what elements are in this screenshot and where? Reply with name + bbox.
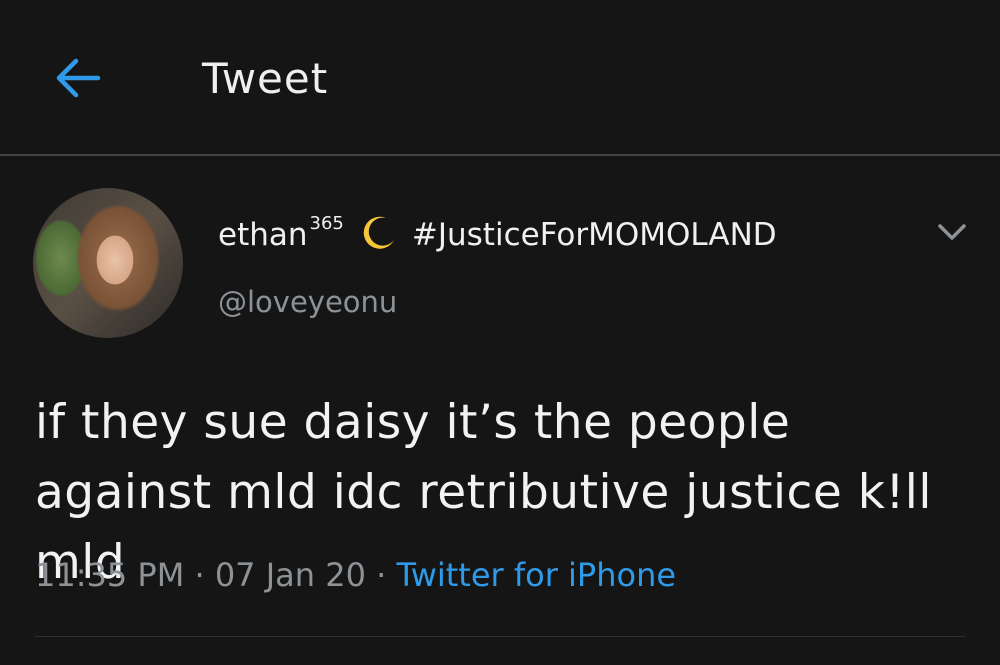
avatar[interactable]: [33, 188, 183, 338]
app-header: Tweet: [0, 0, 1000, 155]
meta-separator: ·: [184, 556, 215, 594]
tweet-menu-button[interactable]: [934, 214, 970, 250]
tweet-source-link[interactable]: Twitter for iPhone: [396, 556, 676, 594]
tweet-time: 11:35 PM: [35, 556, 185, 594]
meta-separator: ·: [365, 556, 397, 594]
user-handle[interactable]: @loveyeonu: [218, 285, 397, 319]
display-name-text: ethan: [218, 217, 308, 253]
display-name[interactable]: ethan 365 #JusticeForMOMOLAND: [218, 212, 777, 258]
meta-divider: [35, 636, 965, 637]
tweet-meta: 11:35 PM · 07 Jan 20 · Twitter for iPhon…: [35, 556, 676, 594]
tweet-date: 07 Jan 20: [214, 556, 366, 594]
crescent-moon-icon: [360, 214, 398, 260]
chevron-down-icon: [938, 224, 966, 240]
arrow-left-icon: [56, 58, 101, 98]
display-name-superscript: 365: [309, 212, 344, 234]
page-title: Tweet: [202, 54, 329, 103]
hashtag: #JusticeForMOMOLAND: [411, 217, 777, 253]
header-divider: [0, 154, 1000, 156]
back-button[interactable]: [52, 52, 104, 104]
